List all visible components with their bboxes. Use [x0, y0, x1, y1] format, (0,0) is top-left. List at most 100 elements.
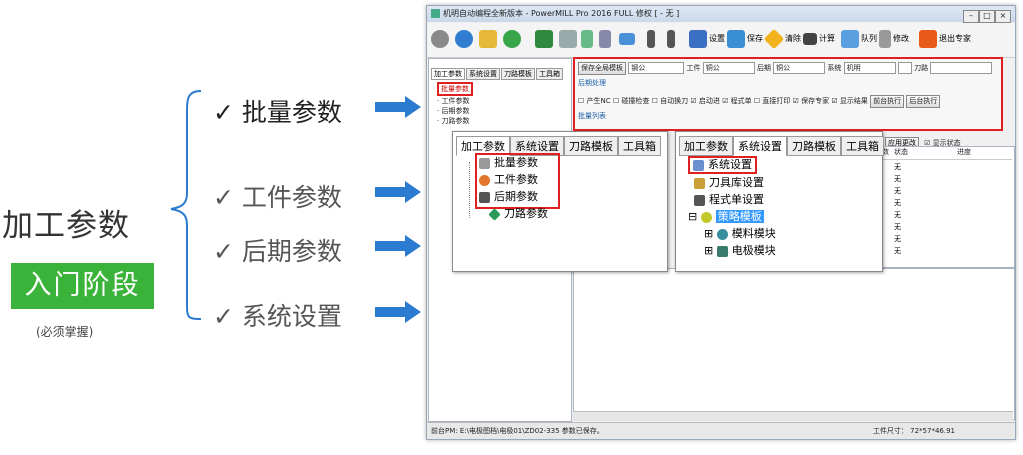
grid-cell[interactable]: 无 — [894, 245, 901, 257]
tool-library-icon — [694, 177, 705, 189]
maximize-icon[interactable]: □ — [979, 10, 995, 23]
option-start[interactable]: ☑ 启动进 — [690, 97, 720, 105]
check-item-system: ✓ 系统设置 — [213, 302, 342, 331]
close-icon[interactable]: × — [995, 10, 1011, 23]
toolbar-settings-button[interactable]: 设置 — [689, 27, 725, 51]
tree-item-program-sheet[interactable]: 程式单设置 — [694, 191, 776, 208]
window-icon[interactable] — [619, 27, 637, 51]
tab-system-settings[interactable]: 系统设置 — [466, 68, 500, 80]
tree-item-tool-library[interactable]: 刀具库设置 — [694, 174, 776, 191]
toolbar-clear-button[interactable]: 清除 — [763, 27, 801, 51]
toolpath-label: 刀路 — [914, 64, 929, 72]
grid-cell[interactable]: 无 — [894, 209, 901, 221]
toolbar: 设置 保存 清除 计算 队列 修改 退出专家 — [427, 23, 1015, 58]
program-sheet-icon — [694, 194, 705, 206]
toolbar-modify-button[interactable]: 修改 — [879, 27, 909, 51]
system-select[interactable]: 机明 — [843, 62, 896, 74]
status-bar: 前台PM: E:\电极图档\电极01\ZD02-335 参数已保存。 工件尺寸：… — [427, 422, 1015, 439]
grid-status-column: 无 无 无 无 无 无 无 无 — [894, 161, 901, 257]
option-auto-tool-change[interactable]: ☐ 自动换刀 — [652, 97, 689, 105]
grid-cell[interactable]: 无 — [894, 197, 901, 209]
app-icon — [431, 9, 440, 18]
grid-toolbar: 应用更改 ☑ 显示状态 — [885, 130, 1013, 150]
tree-item-electrode-module[interactable]: ⊞ 电极模块 — [704, 242, 776, 259]
gear-icon[interactable] — [431, 27, 451, 51]
grid-cell[interactable]: 无 — [894, 221, 901, 233]
stage-badge: 入门阶段 — [11, 263, 154, 309]
post-select[interactable]: 铜公 — [773, 62, 826, 74]
tree-item-batch[interactable]: 批量参数 — [437, 82, 473, 96]
window-controls: – □ × — [963, 8, 1011, 24]
save-template-button[interactable]: 保存全局模板 — [578, 62, 626, 75]
workpiece-icon — [479, 174, 490, 186]
post-label: 后期 — [756, 64, 771, 72]
excel-icon[interactable] — [535, 27, 555, 51]
option-generate-nc[interactable]: ☐ 产生NC — [578, 97, 611, 105]
batch-icon — [479, 157, 490, 169]
edit-icon[interactable] — [479, 27, 499, 51]
option-collision-check[interactable]: ☐ 碰撞检查 — [613, 97, 650, 105]
tree-item-batch[interactable]: 批量参数 — [479, 154, 548, 171]
tree-item-toolpath[interactable]: 刀路参数 — [488, 205, 548, 222]
tree-item-post[interactable]: · 后期参数 — [437, 106, 571, 116]
arrow-right-icon — [375, 301, 421, 323]
tab-toolbox[interactable]: 工具箱 — [536, 68, 563, 80]
tree-item-workpiece[interactable]: 工件参数 — [479, 171, 548, 188]
toolpath-checkbox[interactable] — [897, 62, 912, 74]
left-panel-tabs: 加工参数 系统设置 刀路模板 工具箱 — [429, 59, 571, 82]
last-icon[interactable] — [667, 27, 677, 51]
strategy-icon — [700, 211, 712, 223]
tree-item-strategy-template[interactable]: ⊟ 策略模板 — [688, 208, 776, 225]
tree-item-mold-module[interactable]: ⊞ 模料模块 — [704, 225, 776, 242]
tab-toolpath-template[interactable]: 刀路模板 — [564, 136, 618, 156]
minimize-icon[interactable]: – — [963, 10, 979, 23]
zoom-system-panel: 加工参数 系统设置 刀路模板 工具箱 系统设置 刀具库设置 程式单设置 ⊟ 策略模板 … — [675, 131, 884, 272]
grid-cell[interactable]: 无 — [894, 233, 901, 245]
main-workspace — [573, 268, 1015, 420]
toolbar-exit-expert-button[interactable]: 退出专家 — [919, 27, 971, 51]
tree-item-workpiece[interactable]: · 工件参数 — [437, 96, 571, 106]
window-title: 机明自动编程全新版本 - PowerMILL Pro 2016 FULL 修权 … — [443, 9, 680, 18]
tree-item-post[interactable]: 后期参数 — [479, 188, 548, 205]
toolbar-compute-button[interactable]: 计算 — [803, 27, 835, 51]
option-save-expert[interactable]: ☑ 保存专家 — [793, 97, 830, 105]
config-panel: 保存全局模板 钢公 工件 铜公 后期 铜公 系统 机明 刀路 后期处理 ☐ 产生… — [573, 57, 1003, 131]
post-processing-header[interactable]: 后期处理 — [578, 78, 606, 88]
material-select[interactable]: 钢公 — [628, 62, 685, 74]
tree-item-system-settings[interactable]: 系统设置 — [688, 156, 757, 174]
tree-item-toolpath[interactable]: · 刀路参数 — [437, 116, 571, 126]
add-icon[interactable] — [503, 27, 523, 51]
grid-cell[interactable]: 无 — [894, 173, 901, 185]
toolpath-select[interactable] — [930, 62, 993, 74]
first-icon[interactable] — [647, 27, 657, 51]
toolbar-save-button[interactable]: 保存 — [727, 27, 763, 51]
zoom-machining-panel: 加工参数 系统设置 刀路模板 工具箱 批量参数 工件参数 后期参数 刀路参数 — [452, 131, 668, 272]
wrench-icon[interactable] — [559, 27, 579, 51]
batch-list-header[interactable]: 批量列表 — [578, 111, 606, 121]
option-show-result[interactable]: ☑ 显示结果 — [831, 97, 868, 105]
globe-icon[interactable] — [455, 27, 475, 51]
grid-cell[interactable]: 无 — [894, 185, 901, 197]
curly-brace — [170, 90, 202, 320]
status-message: 前台PM: E:\电极图档\电极01\ZD02-335 参数已保存。 — [431, 427, 604, 435]
option-program-sheet[interactable]: ☑ 程式单 — [722, 97, 752, 105]
tab-toolpath-template[interactable]: 刀路模板 — [787, 136, 841, 156]
settings-icon — [693, 159, 704, 171]
options-row: ☐ 产生NC ☐ 碰撞检查 ☐ 自动换刀 ☑ 启动进 ☑ 程式单 ☐ 直接打印 … — [578, 95, 941, 108]
tab-toolpath-template[interactable]: 刀路模板 — [501, 68, 535, 80]
tree-icon[interactable] — [599, 27, 613, 51]
tab-toolbox[interactable]: 工具箱 — [618, 136, 661, 156]
foreground-run-button[interactable]: 前台执行 — [870, 95, 905, 108]
config-row-1: 保存全局模板 钢公 工件 铜公 后期 铜公 系统 机明 刀路 — [578, 62, 993, 75]
arrow-right-icon — [375, 235, 421, 257]
workpiece-select[interactable]: 铜公 — [702, 62, 755, 74]
align-icon[interactable] — [581, 27, 595, 51]
toolbar-queue-button[interactable]: 队列 — [841, 27, 877, 51]
tab-toolbox[interactable]: 工具箱 — [841, 136, 884, 156]
tab-machining-params[interactable]: 加工参数 — [431, 68, 465, 80]
batch-grid: 数 状态 进度 无 无 无 无 无 无 无 无 — [879, 146, 1015, 268]
background-run-button[interactable]: 后台执行 — [906, 95, 941, 108]
horizontal-scrollbar[interactable] — [573, 411, 1013, 421]
grid-cell[interactable]: 无 — [894, 161, 901, 173]
option-direct-print[interactable]: ☐ 直接打印 — [754, 97, 791, 105]
